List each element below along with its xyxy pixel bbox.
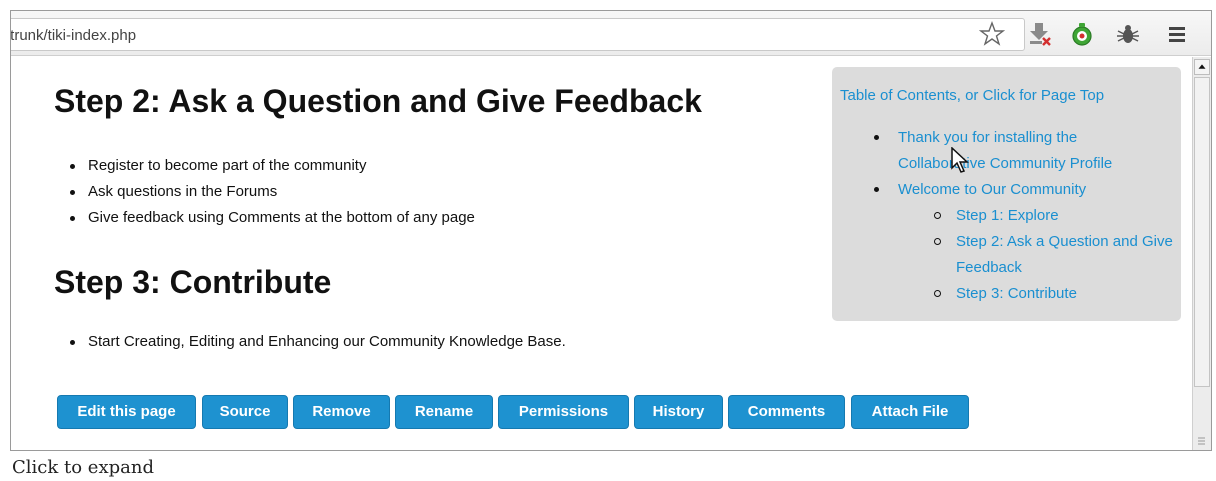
list-item: Register to become part of the community — [66, 153, 475, 179]
toc-link-welcome[interactable]: Welcome to Our Community — [898, 181, 1086, 198]
browser-toolbar: /trunk/tiki-index.php — [11, 11, 1211, 56]
address-bar-url[interactable]: /trunk/tiki-index.php — [11, 27, 136, 44]
firebug-icon[interactable] — [1115, 21, 1141, 47]
toc-item[interactable]: Thank you for installing the Collaborati… — [874, 125, 1168, 177]
edit-page-button[interactable]: Edit this page — [57, 395, 196, 429]
mouse-cursor-icon — [950, 146, 970, 173]
bookmark-star-icon[interactable] — [979, 21, 1005, 47]
step2-list: Register to become part of the community… — [66, 153, 475, 231]
vertical-scrollbar[interactable] — [1192, 57, 1211, 450]
toc-link-step2[interactable]: Step 2: Ask a Question and Give Feedback — [956, 233, 1173, 276]
address-bar[interactable]: /trunk/tiki-index.php — [11, 18, 1025, 51]
toc-subitem[interactable]: Step 3: Contribute — [934, 281, 1176, 307]
remove-button[interactable]: Remove — [293, 395, 390, 429]
toc-link-thank-you[interactable]: Thank you for installing the Collaborati… — [898, 129, 1112, 172]
table-of-contents: Table of Contents, or Click for Page Top… — [832, 67, 1181, 321]
toc-subitem[interactable]: Step 1: Explore — [934, 203, 1176, 229]
comments-button[interactable]: Comments — [728, 395, 845, 429]
history-button[interactable]: History — [634, 395, 723, 429]
toc-subitem[interactable]: Step 2: Ask a Question and Give Feedback — [934, 229, 1176, 281]
click-to-expand-caption[interactable]: Click to expand — [12, 457, 154, 478]
scrollbar-grip-icon — [1198, 433, 1205, 445]
toc-title-link[interactable]: Table of Contents, or Click for Page Top — [840, 87, 1104, 104]
step2-heading: Step 2: Ask a Question and Give Feedback — [54, 83, 702, 119]
attach-file-button[interactable]: Attach File — [851, 395, 969, 429]
page-viewport: Step 2: Ask a Question and Give Feedback… — [11, 57, 1192, 450]
list-item: Ask questions in the Forums — [66, 179, 475, 205]
permissions-button[interactable]: Permissions — [498, 395, 629, 429]
toc-link-step1[interactable]: Step 1: Explore — [956, 207, 1059, 224]
source-button[interactable]: Source — [202, 395, 288, 429]
rename-button[interactable]: Rename — [395, 395, 493, 429]
download-icon[interactable] — [1026, 21, 1052, 47]
browser-window: /trunk/tiki-index.php Step 2: Ask a Ques… — [10, 10, 1212, 451]
list-item: Start Creating, Editing and Enhancing ou… — [66, 329, 566, 355]
scroll-up-button[interactable] — [1194, 59, 1210, 75]
scrollbar-thumb[interactable] — [1194, 77, 1210, 387]
stopwatch-icon[interactable] — [1069, 21, 1095, 47]
hamburger-menu-icon[interactable] — [1164, 21, 1190, 47]
toc-link-step3[interactable]: Step 3: Contribute — [956, 285, 1077, 302]
list-item: Give feedback using Comments at the bott… — [66, 205, 475, 231]
step3-heading: Step 3: Contribute — [54, 264, 332, 300]
toc-item[interactable]: Welcome to Our Community — [874, 177, 1168, 203]
step3-list: Start Creating, Editing and Enhancing ou… — [66, 329, 566, 355]
